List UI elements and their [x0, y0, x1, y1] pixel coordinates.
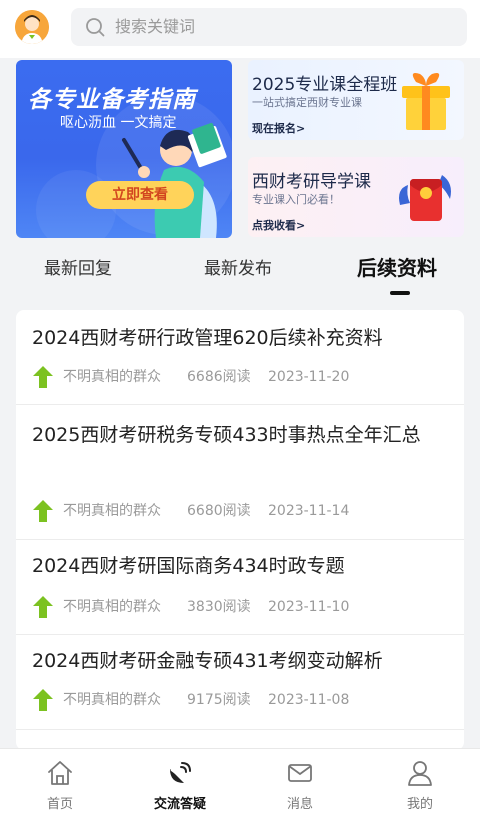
watch-link[interactable]: 点我收看> — [252, 217, 305, 233]
post-date: 2023-11-10 — [268, 599, 350, 615]
banner-title: 2025专业课全程班 — [252, 75, 398, 95]
post-title[interactable]: 2025西财考研税务专硕433时事热点全年汇总 — [32, 419, 452, 451]
main-banner[interactable]: 各专业备考指南 呕心沥血 一文搞定 立即查看 — [16, 60, 232, 238]
list-item[interactable]: 2024西财考研行政管理620后续补充资料 不明真相的群众 6686阅读 202… — [16, 310, 464, 404]
user-icon — [408, 761, 432, 786]
banner-subtitle: 一站式搞定西财专业课 — [252, 96, 362, 109]
banner-title: 各专业备考指南 — [28, 87, 196, 113]
post-reads: 6686阅读 — [187, 369, 251, 385]
banner-subtitle: 呕心沥血 一文搞定 — [60, 115, 177, 131]
upvote-arrow-icon — [33, 596, 53, 618]
search-icon — [86, 18, 105, 37]
post-author: 不明真相的群众 — [63, 692, 161, 708]
post-date: 2023-11-20 — [268, 369, 350, 385]
nav-qa[interactable]: 交流答疑 — [140, 749, 220, 816]
satellite-dish-icon — [170, 762, 191, 783]
upvote-arrow-icon — [33, 500, 53, 522]
post-meta: 不明真相的群众 6680阅读 2023-11-14 — [32, 499, 452, 523]
enroll-now-link[interactable]: 现在报名> — [252, 120, 305, 136]
tab-latest-posts[interactable]: 最新发布 — [204, 254, 272, 279]
nav-label: 首页 — [46, 797, 73, 812]
post-date: 2023-11-08 — [268, 692, 350, 708]
post-reads: 3830阅读 — [187, 599, 251, 615]
upvote-arrow-icon — [33, 366, 53, 388]
avatar-icon — [15, 10, 49, 44]
active-tab-indicator — [390, 291, 410, 295]
nav-label: 交流答疑 — [153, 797, 206, 812]
gift-box-icon — [402, 73, 450, 130]
search-bar[interactable]: 搜索关键词 — [71, 8, 467, 46]
tab-follow-up-materials[interactable]: 后续资料 — [357, 252, 437, 281]
post-author: 不明真相的群众 — [63, 369, 161, 385]
post-date: 2023-11-14 — [268, 503, 350, 519]
nav-label: 我的 — [406, 797, 433, 812]
list-item[interactable]: 2025西财考研税务专硕433时事热点全年汇总 不明真相的群众 6680阅读 2… — [16, 405, 464, 539]
post-list: 2024西财考研行政管理620后续补充资料 不明真相的群众 6686阅读 202… — [16, 310, 464, 750]
mail-icon — [288, 764, 312, 782]
post-meta: 不明真相的群众 9175阅读 2023-11-08 — [32, 688, 452, 712]
nav-home[interactable]: 首页 — [20, 749, 100, 816]
divider — [16, 729, 464, 730]
post-title[interactable]: 2024西财考研行政管理620后续补充资料 — [32, 322, 452, 354]
post-reads: 9175阅读 — [187, 692, 251, 708]
banner-subtitle: 专业课入门必看！ — [252, 193, 340, 206]
home-icon — [48, 761, 72, 785]
upvote-arrow-icon — [33, 689, 53, 711]
course-banner[interactable]: 2025专业课全程班 一站式搞定西财专业课 现在报名> — [248, 60, 464, 140]
avatar[interactable] — [15, 10, 49, 44]
post-title[interactable]: 2024西财考研国际商务434时政专题 — [32, 550, 452, 582]
list-item[interactable]: 2024西财考研国际商务434时政专题 不明真相的群众 3830阅读 2023-… — [16, 540, 464, 634]
post-author: 不明真相的群众 — [63, 599, 161, 615]
tab-latest-replies[interactable]: 最新回复 — [44, 254, 112, 279]
post-title[interactable]: 2024西财考研金融专硕431考纲变动解析 — [32, 645, 452, 677]
nav-messages[interactable]: 消息 — [260, 749, 340, 816]
view-now-button[interactable]: 立即查看 — [86, 181, 194, 209]
nav-label: 消息 — [286, 797, 313, 812]
red-envelope-icon — [399, 175, 451, 221]
nav-profile[interactable]: 我的 — [380, 749, 460, 816]
list-item[interactable]: 2024西财考研金融专硕431考纲变动解析 不明真相的群众 9175阅读 202… — [16, 635, 464, 730]
top-bar: 搜索关键词 — [0, 0, 480, 58]
post-meta: 不明真相的群众 3830阅读 2023-11-10 — [32, 595, 452, 619]
post-author: 不明真相的群众 — [63, 503, 161, 519]
post-reads: 6680阅读 — [187, 503, 251, 519]
banner-title: 西财考研导学课 — [252, 172, 371, 192]
post-meta: 不明真相的群众 6686阅读 2023-11-20 — [32, 365, 452, 389]
search-input[interactable]: 搜索关键词 — [115, 17, 195, 37]
tab-bar: 最新回复 最新发布 后续资料 — [0, 244, 480, 296]
guide-course-banner[interactable]: 西财考研导学课 专业课入门必看！ 点我收看> — [248, 157, 464, 237]
bottom-nav: 首页 交流答疑 消息 我的 — [0, 748, 480, 816]
